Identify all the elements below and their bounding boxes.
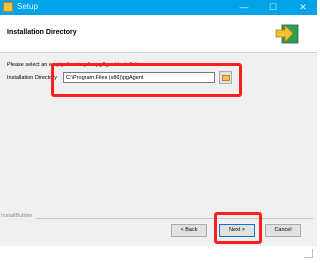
browse-button[interactable] xyxy=(219,71,232,84)
installation-directory-input[interactable] xyxy=(63,72,215,83)
folder-icon xyxy=(222,75,230,81)
maximize-button[interactable]: ☐ xyxy=(262,0,284,15)
wizard-header: Installation Directory xyxy=(0,15,317,53)
wizard-content: Please select an empty directory for pgA… xyxy=(0,53,317,203)
footer-divider xyxy=(36,218,313,219)
resize-grip xyxy=(304,249,313,258)
back-button[interactable]: < Back xyxy=(171,224,207,237)
page-title: Installation Directory xyxy=(7,29,77,36)
page-bottom-margin xyxy=(0,246,317,263)
setup-window: Setup — ☐ ✕ Installation Directory Pleas… xyxy=(0,0,317,263)
setup-app-icon xyxy=(3,2,13,12)
cancel-button[interactable]: Cancel xyxy=(265,224,301,237)
installbuilder-brand: InstallBuilder xyxy=(1,213,36,219)
install-arrow-icon xyxy=(275,23,299,44)
minimize-button[interactable]: — xyxy=(233,0,255,15)
instruction-text: Please select an empty directory for pgA… xyxy=(7,62,144,68)
next-button[interactable]: Next > xyxy=(219,224,255,237)
title-bar: Setup — ☐ ✕ xyxy=(0,0,317,15)
window-title: Setup xyxy=(17,2,38,11)
installation-directory-label: Installation Directory xyxy=(7,75,57,81)
close-button[interactable]: ✕ xyxy=(292,0,314,15)
